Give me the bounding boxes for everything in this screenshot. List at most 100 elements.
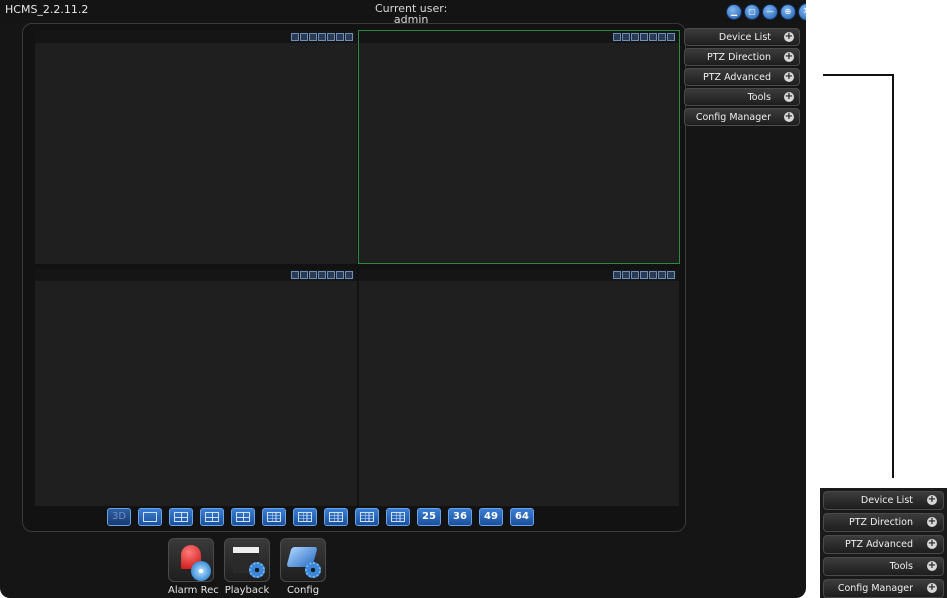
audio-icon[interactable]: [658, 271, 666, 279]
video-area[interactable]: [359, 43, 679, 263]
restore-icon[interactable]: ▢: [744, 4, 760, 20]
video-cell-1[interactable]: [35, 31, 357, 264]
callout-ptz-direction[interactable]: PTZ Direction +: [823, 513, 944, 532]
config-button[interactable]: Config: [280, 538, 326, 596]
layout-20-button[interactable]: [386, 508, 410, 526]
zoom-icon[interactable]: [327, 33, 335, 41]
current-user: Current user: admin: [375, 3, 447, 25]
video-area[interactable]: [35, 43, 357, 264]
record-icon[interactable]: [622, 33, 630, 41]
video-area[interactable]: [35, 281, 357, 506]
clapperboard-icon[interactable]: [224, 538, 270, 582]
layout-4-button[interactable]: [169, 508, 193, 526]
expand-icon[interactable]: +: [784, 112, 794, 122]
alarm-icon[interactable]: [168, 538, 214, 582]
playback-button[interactable]: Playback: [224, 538, 270, 596]
talk-icon[interactable]: [631, 271, 639, 279]
layout-3d-button[interactable]: 3D: [107, 508, 131, 526]
video-cell-4[interactable]: [359, 269, 679, 506]
config-gear-icon[interactable]: [280, 538, 326, 582]
layout-49-button[interactable]: 49: [479, 508, 503, 526]
menu-label: PTZ Advanced: [845, 539, 913, 550]
side-menu: Device List + PTZ Direction + PTZ Advanc…: [684, 28, 800, 128]
zoom-icon[interactable]: [327, 271, 335, 279]
expand-icon[interactable]: +: [784, 72, 794, 82]
close-icon[interactable]: ✕: [798, 3, 806, 21]
maximize-icon[interactable]: —: [762, 4, 778, 20]
zoom-icon[interactable]: [649, 271, 657, 279]
video-cell-2[interactable]: [358, 30, 680, 264]
close-icon[interactable]: [345, 271, 353, 279]
expand-icon[interactable]: +: [927, 495, 937, 505]
snapshot-icon[interactable]: [291, 271, 299, 279]
menu-device-list[interactable]: Device List +: [684, 28, 800, 46]
alarm-rec-button[interactable]: Alarm Rec: [168, 538, 219, 596]
fit-icon[interactable]: [640, 33, 648, 41]
video-cell-toolbar: [359, 31, 679, 43]
talk-icon[interactable]: [309, 33, 317, 41]
snapshot-icon[interactable]: [613, 271, 621, 279]
video-cell-toolbar: [35, 31, 357, 43]
snapshot-icon[interactable]: [613, 33, 621, 41]
callout-config-manager[interactable]: Config Manager +: [823, 579, 944, 598]
record-icon[interactable]: [300, 271, 308, 279]
ten-view-icon: [298, 512, 312, 522]
menu-tools[interactable]: Tools +: [684, 88, 800, 106]
close-icon[interactable]: [345, 33, 353, 41]
expand-icon[interactable]: +: [784, 52, 794, 62]
callout-connector: [823, 74, 894, 478]
dock-label: Alarm Rec: [168, 585, 219, 596]
expand-icon[interactable]: +: [927, 561, 937, 571]
thirteen-view-icon: [329, 512, 343, 522]
audio-icon[interactable]: [658, 33, 666, 41]
callout-device-list[interactable]: Device List +: [823, 491, 944, 510]
record-icon[interactable]: [300, 33, 308, 41]
menu-label: PTZ Advanced: [703, 72, 771, 83]
app-title: HCMS_2.2.11.2: [5, 3, 89, 16]
audio-icon[interactable]: [336, 33, 344, 41]
menu-config-manager[interactable]: Config Manager +: [684, 108, 800, 126]
layout-9-button[interactable]: [262, 508, 286, 526]
video-cell-3[interactable]: [35, 269, 357, 506]
layout-13-button[interactable]: [324, 508, 348, 526]
expand-icon[interactable]: +: [784, 92, 794, 102]
single-view-icon: [143, 512, 157, 522]
menu-ptz-direction[interactable]: PTZ Direction +: [684, 48, 800, 66]
twenty-view-icon: [391, 512, 405, 522]
audio-icon[interactable]: [336, 271, 344, 279]
fit-icon[interactable]: [640, 271, 648, 279]
layout-64-button[interactable]: 64: [510, 508, 534, 526]
layout-8-button[interactable]: [231, 508, 255, 526]
callout-ptz-advanced[interactable]: PTZ Advanced +: [823, 535, 944, 554]
menu-label: Device List: [860, 495, 913, 506]
expand-icon[interactable]: +: [927, 583, 937, 593]
video-cell-toolbar: [359, 269, 679, 281]
video-area[interactable]: [359, 281, 679, 506]
layout-10-button[interactable]: [293, 508, 317, 526]
fullscreen-icon[interactable]: ⊕: [780, 4, 796, 20]
talk-icon[interactable]: [631, 33, 639, 41]
zoom-icon[interactable]: [649, 33, 657, 41]
layout-36-button[interactable]: 36: [448, 508, 472, 526]
close-icon[interactable]: [667, 33, 675, 41]
menu-ptz-advanced[interactable]: PTZ Advanced +: [684, 68, 800, 86]
expand-icon[interactable]: +: [784, 32, 794, 42]
callout-tools[interactable]: Tools +: [823, 557, 944, 576]
record-icon[interactable]: [622, 271, 630, 279]
talk-icon[interactable]: [309, 271, 317, 279]
layout-16-button[interactable]: [355, 508, 379, 526]
layout-1-button[interactable]: [138, 508, 162, 526]
layout-25-button[interactable]: 25: [417, 508, 441, 526]
fit-icon[interactable]: [318, 271, 326, 279]
menu-label: Device List: [718, 32, 771, 43]
minimize-icon[interactable]: ▁: [726, 4, 742, 20]
fit-icon[interactable]: [318, 33, 326, 41]
quad-view-icon: [174, 512, 188, 522]
menu-label: PTZ Direction: [707, 52, 771, 63]
close-icon[interactable]: [667, 271, 675, 279]
layout-6-button[interactable]: [200, 508, 224, 526]
snapshot-icon[interactable]: [291, 33, 299, 41]
expand-icon[interactable]: +: [927, 517, 937, 527]
expand-icon[interactable]: +: [927, 539, 937, 549]
video-viewer: 3D 25 36 49 64: [22, 23, 686, 532]
